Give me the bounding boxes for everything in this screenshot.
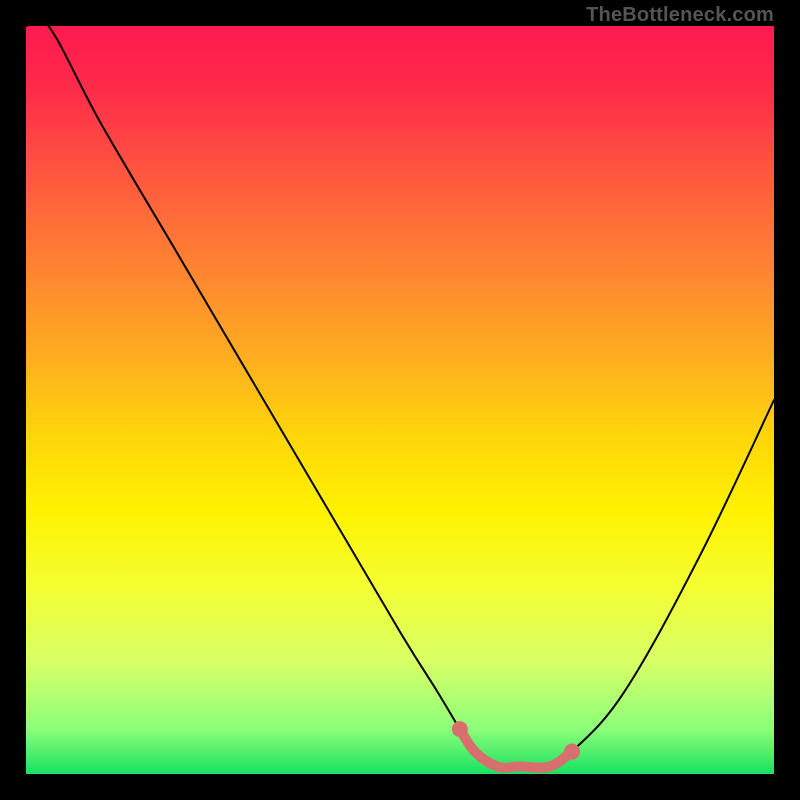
highlight-marker-end xyxy=(564,744,580,760)
highlight-segment xyxy=(460,729,572,768)
chart-svg xyxy=(26,26,774,774)
highlight-marker-start xyxy=(452,721,468,737)
plot-area xyxy=(26,26,774,774)
attribution-text: TheBottleneck.com xyxy=(586,4,774,27)
bottleneck-curve xyxy=(26,18,774,767)
